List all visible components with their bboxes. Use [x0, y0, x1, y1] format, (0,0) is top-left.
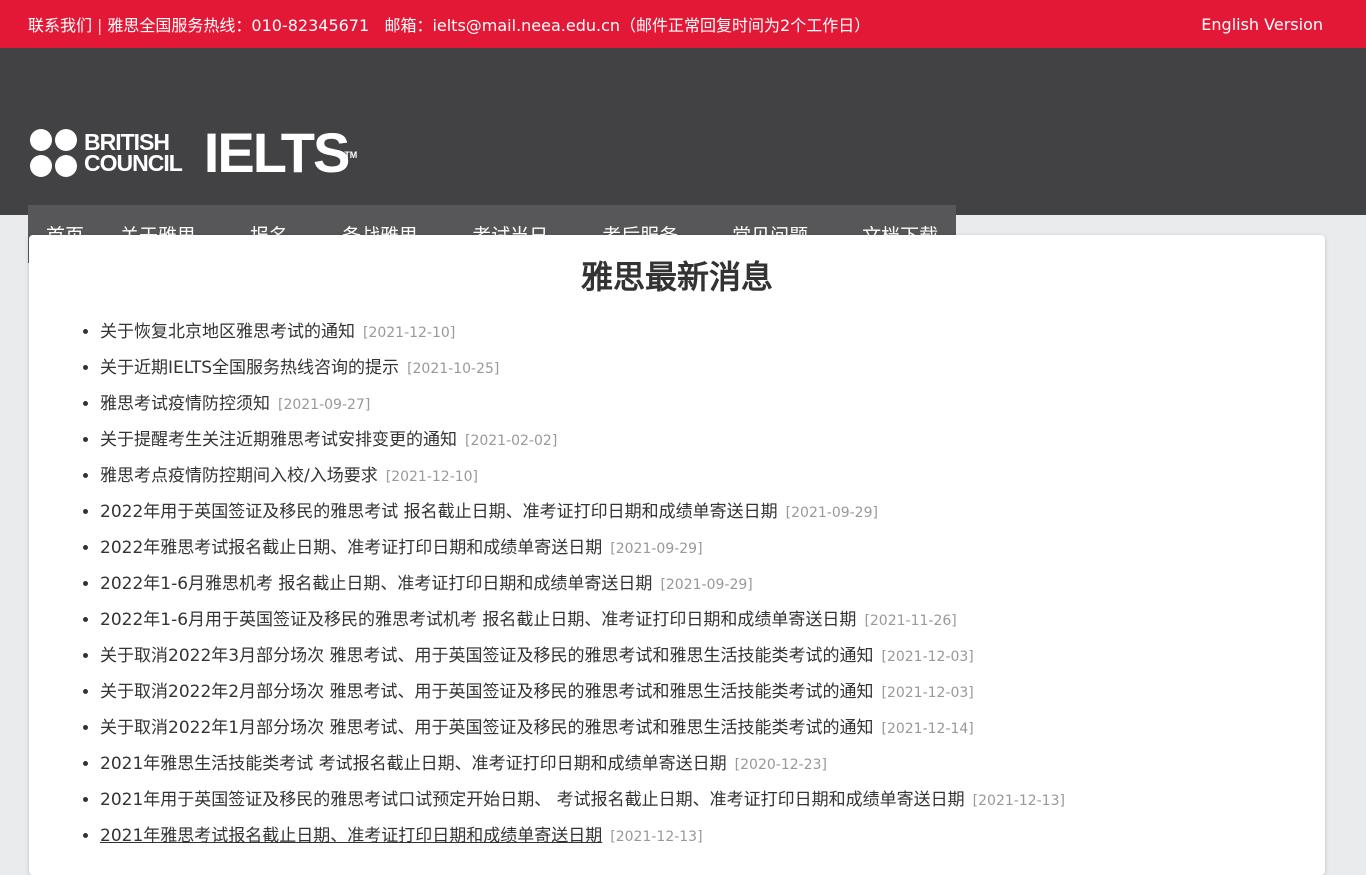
- news-item: 2022年雅思考试报名截止日期、准考证打印日期和成绩单寄送日期 [2021-09-…: [100, 537, 1065, 573]
- news-item: 2022年1-6月用于英国签证及移民的雅思考试机考 报名截止日期、准考证打印日期…: [100, 609, 1065, 645]
- top-contact-bar: 联系我们 | 雅思全国服务热线：010-82345671 邮箱：ielts@mail…: [0, 0, 1366, 48]
- contact-us-link[interactable]: 联系我们: [28, 16, 92, 35]
- news-title-link[interactable]: 雅思考点疫情防控期间入校/入场要求: [100, 466, 378, 486]
- divider: |: [97, 16, 103, 35]
- news-item: 关于取消2022年2月部分场次 雅思考试、用于英国签证及移民的雅思考试和雅思生活…: [100, 681, 1065, 717]
- email-text: 邮箱：ielts@mail.neea.edu.cn（邮件正常回复时间为2个工作日…: [384, 16, 871, 35]
- news-date: [2021-12-14]: [881, 721, 974, 737]
- trademark-mark: TM: [344, 150, 358, 160]
- english-version-link[interactable]: English Version: [1201, 15, 1323, 34]
- news-item: 关于恢复北京地区雅思考试的通知 [2021-12-10]: [100, 321, 1065, 357]
- news-item: 雅思考点疫情防控期间入校/入场要求 [2021-12-10]: [100, 465, 1065, 501]
- news-title-link[interactable]: 2021年雅思考试报名截止日期、准考证打印日期和成绩单寄送日期: [100, 826, 602, 846]
- news-item: 2021年用于英国签证及移民的雅思考试口试预定开始日期、 考试报名截止日期、准考…: [100, 789, 1065, 825]
- news-date: [2021-09-29]: [610, 541, 703, 557]
- news-date: [2021-11-26]: [864, 613, 957, 629]
- news-date: [2021-12-10]: [363, 325, 456, 341]
- hotline-text: 雅思全国服务热线：010-82345671: [107, 16, 370, 35]
- news-date: [2021-12-10]: [385, 469, 479, 485]
- news-item: 2022年1-6月雅思机考 报名截止日期、准考证打印日期和成绩单寄送日期 [202…: [100, 573, 1065, 609]
- british-council-dots-icon: [30, 129, 78, 177]
- news-title-link[interactable]: 2022年1-6月用于英国签证及移民的雅思考试机考 报名截止日期、准考证打印日期…: [100, 610, 856, 630]
- news-panel: 雅思最新消息 关于恢复北京地区雅思考试的通知 [2021-12-10] 关于近期IE…: [29, 235, 1325, 875]
- british-council-wordmark: BRITISH COUNCIL: [84, 129, 183, 176]
- news-date: [2021-09-29]: [660, 577, 753, 593]
- news-title-link[interactable]: 2021年雅思生活技能类考试 考试报名截止日期、准考证打印日期和成绩单寄送日期: [100, 754, 727, 774]
- news-date: [2020-12-23]: [734, 757, 827, 773]
- news-date: [2021-12-03]: [881, 685, 974, 701]
- news-title-link[interactable]: 2021年用于英国签证及移民的雅思考试口试预定开始日期、 考试报名截止日期、准考…: [100, 790, 965, 810]
- news-date: [2021-12-13]: [610, 829, 703, 845]
- site-header: BRITISH COUNCIL IELTSTM 首页关于雅思报名备战雅思考试当日…: [0, 48, 1366, 263]
- news-item: 关于取消2022年1月部分场次 雅思考试、用于英国签证及移民的雅思考试和雅思生活…: [100, 717, 1065, 753]
- news-title-link[interactable]: 关于取消2022年3月部分场次 雅思考试、用于英国签证及移民的雅思考试和雅思生活…: [100, 646, 873, 666]
- news-title-link[interactable]: 关于恢复北京地区雅思考试的通知: [100, 322, 355, 342]
- news-date: [2021-09-27]: [278, 397, 371, 413]
- news-title-link[interactable]: 2022年雅思考试报名截止日期、准考证打印日期和成绩单寄送日期: [100, 538, 602, 558]
- news-title-link[interactable]: 2022年1-6月雅思机考 报名截止日期、准考证打印日期和成绩单寄送日期: [100, 574, 652, 594]
- news-title-link[interactable]: 2022年用于英国签证及移民的雅思考试 报名截止日期、准考证打印日期和成绩单寄送…: [100, 502, 778, 522]
- news-title-link[interactable]: 关于取消2022年1月部分场次 雅思考试、用于英国签证及移民的雅思考试和雅思生活…: [100, 718, 873, 738]
- news-item: 2021年雅思生活技能类考试 考试报名截止日期、准考证打印日期和成绩单寄送日期 […: [100, 753, 1065, 789]
- news-item: 关于取消2022年3月部分场次 雅思考试、用于英国签证及移民的雅思考试和雅思生活…: [100, 645, 1065, 681]
- news-date: [2021-09-29]: [785, 505, 878, 521]
- page-title: 雅思最新消息: [580, 258, 773, 296]
- british-council-logo[interactable]: BRITISH COUNCIL: [30, 129, 183, 177]
- contact-info: 联系我们 | 雅思全国服务热线：010-82345671 邮箱：ielts@mail…: [28, 12, 870, 36]
- news-title-link[interactable]: 关于近期IELTS全国服务热线咨询的提示: [100, 358, 399, 378]
- news-title-link[interactable]: 雅思考试疫情防控须知: [100, 394, 270, 414]
- news-title-link[interactable]: 关于提醒考生关注近期雅思考试安排变更的通知: [100, 430, 457, 450]
- news-list: 关于恢复北京地区雅思考试的通知 [2021-12-10] 关于近期IELTS全国服务…: [100, 321, 1065, 861]
- news-title-link[interactable]: 关于取消2022年2月部分场次 雅思考试、用于英国签证及移民的雅思考试和雅思生活…: [100, 682, 873, 702]
- news-date: [2021-12-13]: [972, 793, 1065, 809]
- logo-area[interactable]: BRITISH COUNCIL IELTS TM: [30, 125, 358, 181]
- news-item: 2021年雅思考试报名截止日期、准考证打印日期和成绩单寄送日期 [2021-12-…: [100, 825, 1065, 861]
- news-item: 雅思考试疫情防控须知 [2021-09-27]: [100, 393, 1065, 429]
- news-date: [2021-02-02]: [465, 433, 558, 449]
- news-item: 关于提醒考生关注近期雅思考试安排变更的通知 [2021-02-02]: [100, 429, 1065, 465]
- news-date: [2021-12-03]: [881, 649, 974, 665]
- news-item: 2022年用于英国签证及移民的雅思考试 报名截止日期、准考证打印日期和成绩单寄送…: [100, 501, 1065, 537]
- news-date: [2021-10-25]: [407, 361, 500, 377]
- ielts-logo[interactable]: IELTS TM: [204, 125, 358, 181]
- news-item: 关于近期IELTS全国服务热线咨询的提示 [2021-10-25]: [100, 357, 1065, 393]
